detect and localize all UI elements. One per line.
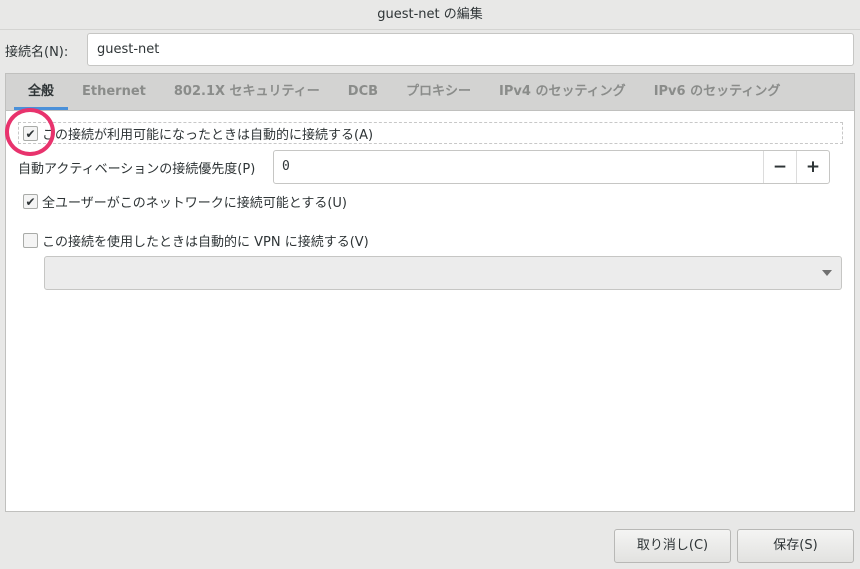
auto-vpn-checkbox[interactable]: この接続を使用したときは自動的に VPN に接続する(V): [23, 231, 369, 250]
tab-bar: 全般 Ethernet 802.1X セキュリティー DCB プロキシー IPv…: [6, 74, 854, 111]
tab-proxy[interactable]: プロキシー: [392, 74, 485, 110]
priority-spinbutton[interactable]: 0 − +: [273, 150, 830, 184]
save-button[interactable]: 保存(S): [737, 529, 854, 563]
increment-button[interactable]: +: [796, 151, 829, 183]
tab-ipv6[interactable]: IPv6 のセッティング: [640, 74, 795, 110]
auto-connect-checkbox[interactable]: ✔ この接続が利用可能になったときは自動的に接続する(A): [23, 124, 373, 143]
settings-notebook: 全般 Ethernet 802.1X セキュリティー DCB プロキシー IPv…: [5, 73, 855, 512]
all-users-label: 全ユーザーがこのネットワークに接続可能とする(U): [42, 196, 348, 211]
tab-general[interactable]: 全般: [14, 74, 69, 110]
priority-value[interactable]: 0: [274, 151, 763, 183]
checkbox-checked-icon: ✔: [23, 194, 38, 209]
connection-name-label: 接続名(N):: [5, 45, 69, 60]
tab-ethernet[interactable]: Ethernet: [68, 74, 160, 110]
tab-ipv4[interactable]: IPv4 のセッティング: [485, 74, 640, 110]
auto-vpn-label: この接続を使用したときは自動的に VPN に接続する(V): [42, 235, 369, 250]
auto-connect-label: この接続が利用可能になったときは自動的に接続する(A): [42, 128, 374, 143]
window-title: guest-net の編集: [0, 0, 860, 30]
cancel-button[interactable]: 取り消し(C): [614, 529, 731, 563]
decrement-button[interactable]: −: [763, 151, 796, 183]
tab-dcb[interactable]: DCB: [334, 74, 392, 110]
priority-label: 自動アクティベーションの接続優先度(P): [18, 162, 256, 177]
connection-name-input[interactable]: guest-net: [87, 33, 854, 66]
vpn-select[interactable]: [44, 256, 842, 290]
checkbox-unchecked-icon: [23, 233, 38, 248]
tab-8021x-security[interactable]: 802.1X セキュリティー: [160, 74, 334, 110]
all-users-checkbox[interactable]: ✔ 全ユーザーがこのネットワークに接続可能とする(U): [23, 192, 347, 211]
dropdown-arrow-icon: [822, 270, 832, 276]
highlight-circle-annotation: [5, 108, 55, 156]
